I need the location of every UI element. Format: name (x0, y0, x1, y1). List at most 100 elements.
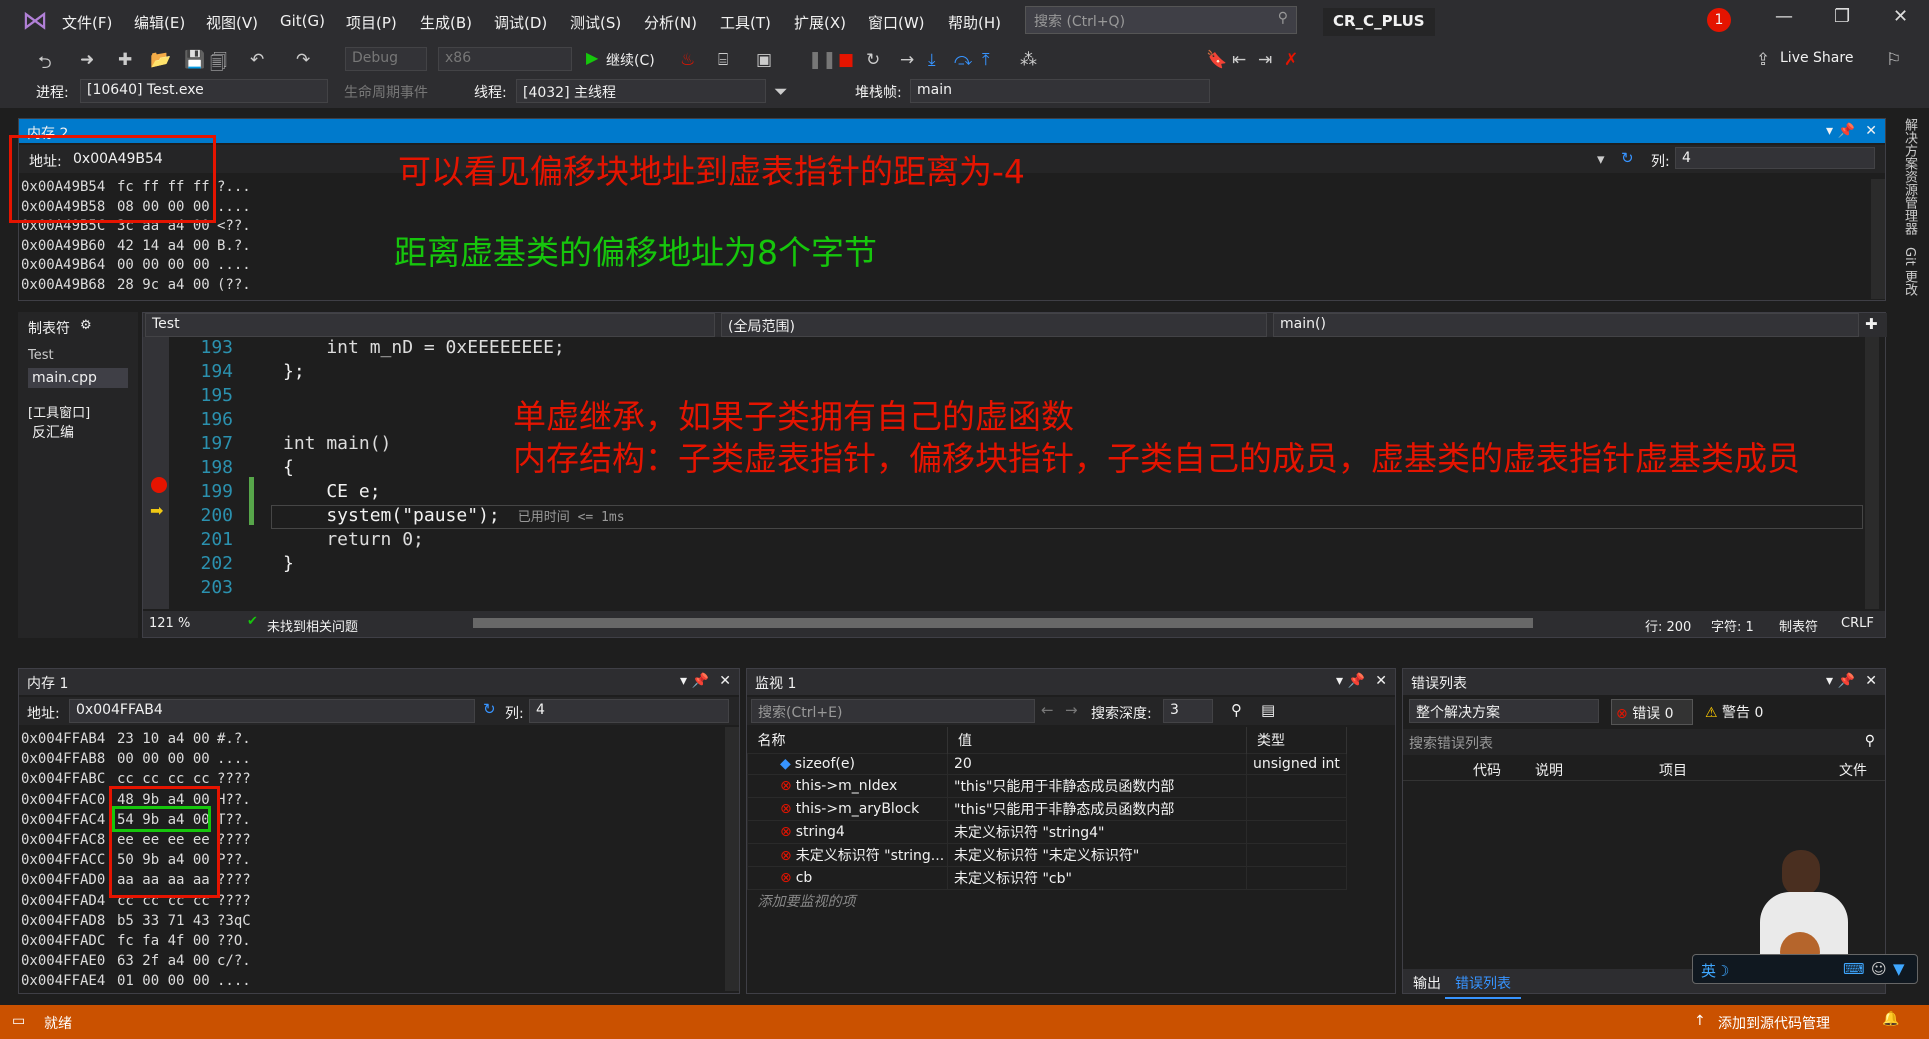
shirt-icon[interactable]: ▼ (1893, 960, 1905, 978)
stop-icon[interactable]: ■ (838, 50, 854, 70)
menu-item-10[interactable]: 扩展(X) (794, 12, 846, 33)
pin-watch-icon[interactable]: ⚲ (1231, 701, 1242, 719)
clear-bookmarks-icon[interactable]: ✗ (1284, 50, 1298, 70)
watch-col_type[interactable]: 类型 (1246, 727, 1347, 754)
search-input[interactable]: 搜索 (Ctrl+Q) ⚲ (1025, 6, 1297, 34)
forward-icon[interactable]: → (1065, 701, 1078, 719)
code-line[interactable]: 199 CE e; (173, 481, 625, 505)
line-ending-indicator[interactable]: CRLF (1841, 616, 1874, 631)
zoom-level[interactable]: 121 % (149, 616, 190, 631)
watch-search-input[interactable]: 搜索(Ctrl+E) (751, 699, 1035, 723)
prev-bookmark-icon[interactable]: ⇤ (1232, 50, 1246, 70)
ime-icon[interactable]: 英☽ (1701, 960, 1729, 981)
scope-select[interactable]: (全局范围) (721, 313, 1267, 337)
refresh-icon[interactable]: ↻ (1621, 149, 1634, 167)
live-share-button[interactable]: Live Share (1780, 50, 1853, 66)
menu-item-9[interactable]: 工具(T) (720, 12, 771, 33)
hex-display-icon[interactable]: ⁂ (1020, 50, 1037, 70)
code-line[interactable]: 200 system("pause"); 已用时间 <= 1ms (173, 505, 624, 529)
memory-row[interactable]: 0x00A49B64 00 00 00 00.... (21, 257, 277, 277)
menu-item-1[interactable]: 编辑(E) (134, 12, 185, 33)
pane-close-icon[interactable]: ✕ (1865, 123, 1877, 139)
memory-row[interactable]: 0x00A49B60 42 14 a4 00 B.?. (21, 238, 277, 258)
close-icon[interactable]: ✕ (1893, 6, 1908, 27)
menu-item-3[interactable]: Git(G) (280, 12, 325, 30)
process-select[interactable]: [10640] Test.exe (80, 79, 328, 103)
issues-status[interactable]: 未找到相关问题 (267, 616, 358, 635)
keyboard-icon[interactable]: ⌨ (1843, 960, 1865, 978)
refresh-icon[interactable]: ↻ (483, 700, 496, 718)
memory2-column-select[interactable]: 4 (1675, 147, 1875, 169)
menu-item-5[interactable]: 生成(B) (420, 12, 472, 33)
watch-row[interactable]: ⊗ cb 未定义标识符 "cb" (747, 866, 1347, 890)
thread-select[interactable]: [4032] 主线程 (516, 79, 766, 103)
memory-row[interactable]: 0x004FFAE4 01 00 00 00.... (21, 973, 277, 993)
menu-item-12[interactable]: 帮助(H) (948, 12, 1001, 33)
breakpoint-margin[interactable] (143, 337, 169, 609)
error-search-input[interactable]: 搜索错误列表 ⚲ (1403, 729, 1885, 755)
filter-icon[interactable]: ⏷ (774, 82, 788, 102)
memory-row[interactable]: 0x004FFADC fc fa 4f 00 ??O. (21, 933, 277, 953)
step-out-icon[interactable]: ⤒ (982, 50, 990, 70)
memory-row[interactable]: 0x004FFAE0 63 2f a4 00 c/?. (21, 953, 277, 973)
search-depth-select[interactable]: 3 (1163, 699, 1213, 723)
menu-item-8[interactable]: 分析(N) (644, 12, 697, 33)
code-line[interactable]: 194}; (173, 361, 625, 385)
memory1-column-select[interactable]: 4 (529, 699, 729, 723)
errors-filter-button[interactable]: ⊗ 错误 0 (1611, 699, 1693, 725)
pane-menu-icon[interactable]: ▾ (1826, 673, 1833, 689)
memory-row[interactable]: 0x004FFAB4 23 10 a4 00 #.?. (21, 731, 277, 751)
tabs-indicator[interactable]: 制表符 (1779, 616, 1818, 635)
tab-group-tool-windows[interactable]: [工具窗口] (28, 402, 90, 421)
pane-menu-icon[interactable]: ▾ (680, 673, 687, 689)
git-changes-tab[interactable]: Git 更改 (1900, 247, 1919, 296)
watch-name[interactable]: string4 (796, 824, 845, 840)
memory2-scrollbar[interactable] (1871, 179, 1885, 299)
editor-hscrollbar[interactable] (473, 618, 1533, 628)
warnings-filter-button[interactable]: ⚠ 警告 0 (1705, 702, 1763, 722)
menu-item-4[interactable]: 项目(P) (346, 12, 397, 33)
open-icon[interactable]: 📂 (150, 50, 171, 70)
user-icon[interactable]: ☺ (1871, 960, 1887, 978)
watch-name[interactable]: this->m_aryBlock (796, 801, 919, 817)
bookmark-icon[interactable]: 🔖 (1206, 50, 1227, 70)
memory-row[interactable]: 0x004FFAD8 b5 33 71 43 ?3qC (21, 913, 277, 933)
code-line[interactable]: 201 return 0; (173, 529, 625, 553)
forward-icon[interactable]: ➜ (80, 50, 94, 70)
pane-close-icon[interactable]: ✕ (1375, 673, 1387, 689)
split-icon[interactable]: ✚ (1865, 315, 1878, 333)
lifecycle-events[interactable]: 生命周期事件 (344, 82, 428, 102)
restore-icon[interactable]: ❐ (1834, 6, 1850, 27)
platform-select[interactable]: x86 (438, 47, 572, 71)
config-select[interactable]: Debug (345, 47, 427, 71)
col-code[interactable]: 代码 (1473, 760, 1501, 780)
pin-icon[interactable]: 📌 (1838, 123, 1855, 139)
pause-icon[interactable]: ❚❚ (808, 50, 837, 70)
show-next-statement-icon[interactable]: → (900, 50, 914, 70)
ime-toolbar[interactable]: 英☽ ⌨ ☺ ▼ (1692, 954, 1918, 984)
tab-error-list[interactable]: 错误列表 (1445, 969, 1521, 999)
hot-reload-icon[interactable]: ♨ (680, 50, 695, 70)
col-project[interactable]: 项目 (1659, 760, 1687, 780)
restart-icon[interactable]: ↻ (866, 50, 880, 70)
pin-icon[interactable]: 📌 (1348, 673, 1365, 689)
step-into-icon[interactable]: ⤓ (928, 50, 936, 70)
pane-close-icon[interactable]: ✕ (719, 673, 731, 689)
pin-icon[interactable]: 📌 (692, 673, 709, 689)
minimize-icon[interactable]: — (1775, 6, 1793, 27)
pane-menu-icon[interactable]: ▾ (1336, 673, 1343, 689)
undo-icon[interactable]: ↶ (250, 50, 264, 70)
watch-col_value[interactable]: 值 (947, 727, 1247, 754)
redo-icon[interactable]: ↷ (296, 50, 310, 70)
watch-row[interactable]: ⊗ this->m_aryBlock "this"只能用于非静态成员函数内部 (747, 797, 1347, 821)
pane-menu-icon[interactable]: ▾ (1826, 123, 1833, 139)
continue-button[interactable]: 继续(C) (606, 50, 655, 70)
hex-view-icon[interactable]: ▤ (1261, 701, 1275, 719)
col-description[interactable]: 说明 (1535, 760, 1563, 780)
pane-close-icon[interactable]: ✕ (1865, 673, 1877, 689)
watch-row[interactable]: ◆ sizeof(e) 20 unsigned int (747, 753, 1347, 775)
col-file[interactable]: 文件 (1839, 760, 1867, 780)
tab-disassembly[interactable]: 反汇编 (32, 422, 74, 442)
stackframe-select[interactable]: main (910, 79, 1210, 103)
watch-name[interactable]: 未定义标识符 "string... (796, 848, 944, 864)
